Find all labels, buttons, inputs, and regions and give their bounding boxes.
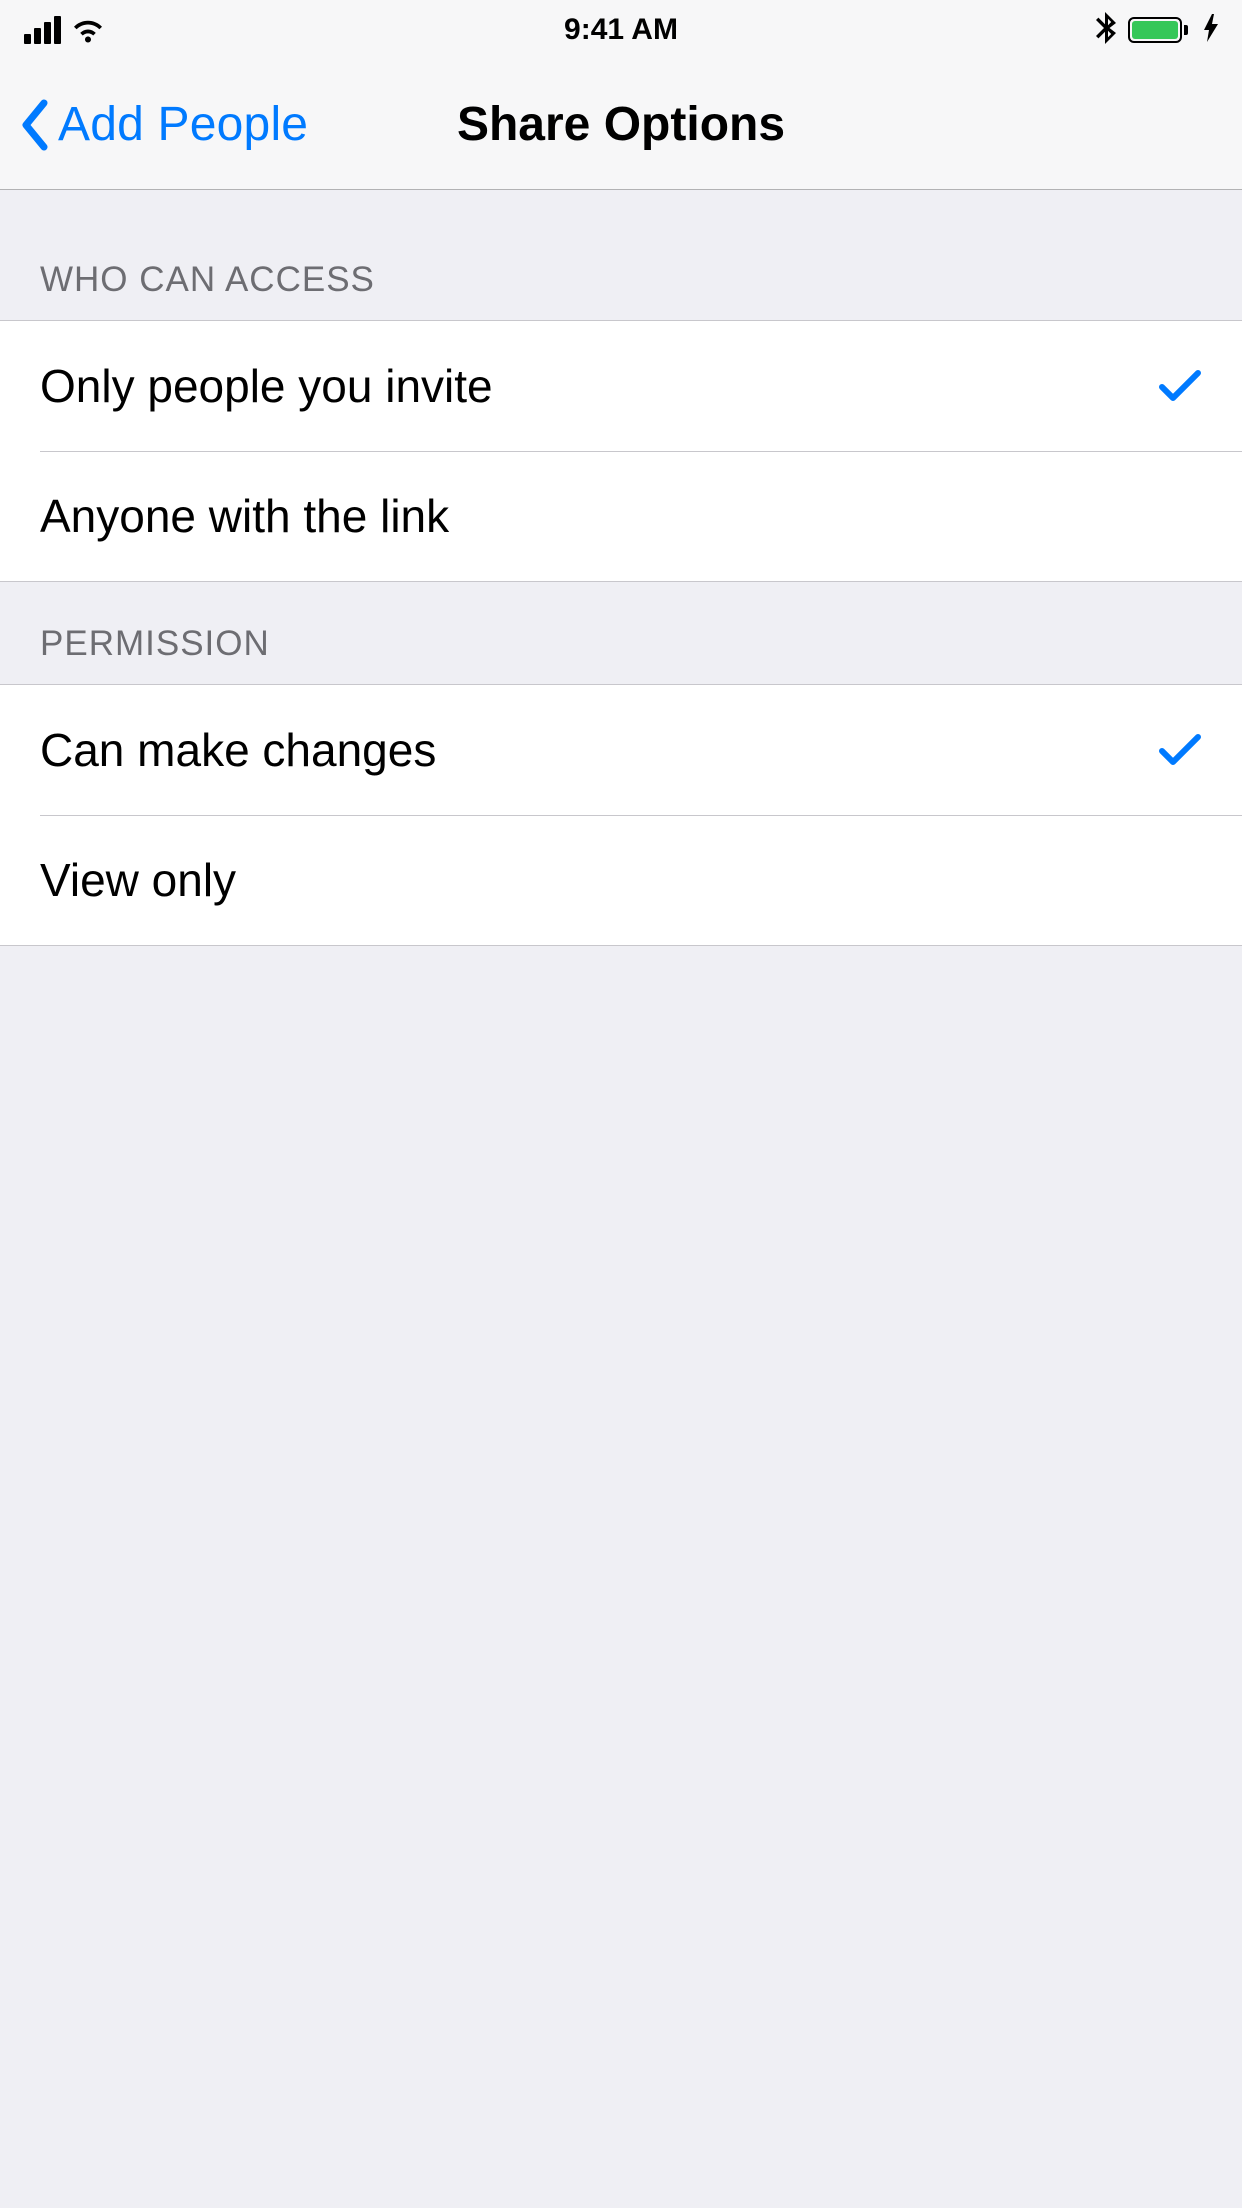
- section-header-access: WHO CAN ACCESS: [0, 190, 1242, 320]
- checkmark-icon: [1158, 731, 1202, 769]
- status-left: [24, 16, 105, 44]
- access-option-anyone-link[interactable]: Anyone with the link: [0, 451, 1242, 581]
- permission-option-can-edit[interactable]: Can make changes: [0, 685, 1242, 815]
- access-options-group: Only people you invite Anyone with the l…: [0, 320, 1242, 582]
- status-bar: 9:41 AM: [0, 0, 1242, 60]
- chevron-left-icon: [20, 97, 52, 153]
- option-label: Anyone with the link: [40, 489, 449, 543]
- status-right: [1096, 12, 1218, 49]
- wifi-icon: [71, 17, 105, 43]
- back-button[interactable]: Add People: [0, 97, 308, 153]
- clock-label: 9:41 AM: [0, 13, 1242, 47]
- charging-icon: [1204, 14, 1218, 47]
- access-option-invite-only[interactable]: Only people you invite: [0, 321, 1242, 451]
- navigation-bar: Add People Share Options: [0, 60, 1242, 190]
- option-label: View only: [40, 853, 236, 907]
- cellular-signal-icon: [24, 16, 61, 44]
- section-header-permission: PERMISSION: [0, 582, 1242, 684]
- bluetooth-icon: [1096, 12, 1116, 49]
- permission-options-group: Can make changes View only: [0, 684, 1242, 946]
- checkmark-icon: [1158, 367, 1202, 405]
- option-label: Only people you invite: [40, 359, 493, 413]
- permission-option-view-only[interactable]: View only: [0, 815, 1242, 945]
- battery-icon: [1128, 17, 1188, 43]
- option-label: Can make changes: [40, 723, 436, 777]
- back-label: Add People: [58, 97, 308, 152]
